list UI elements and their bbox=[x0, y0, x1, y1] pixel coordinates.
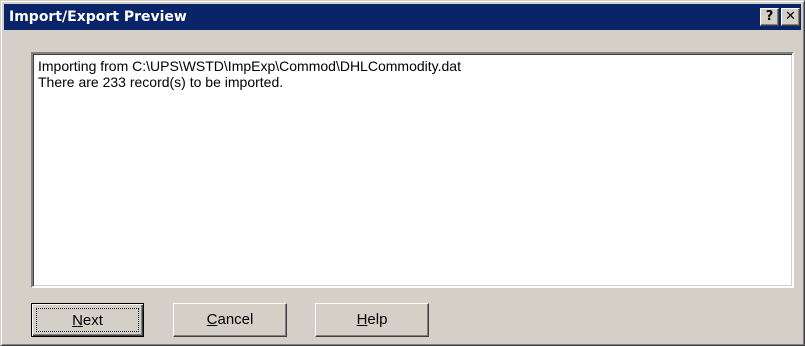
help-label: elp bbox=[367, 311, 388, 328]
title-bar[interactable]: Import/Export Preview ? ✕ bbox=[4, 4, 801, 30]
next-button[interactable]: Next bbox=[31, 303, 144, 337]
window-title: Import/Export Preview bbox=[9, 9, 187, 25]
cancel-button[interactable]: Cancel bbox=[173, 303, 287, 337]
next-label: ext bbox=[82, 312, 103, 329]
help-accel: H bbox=[356, 311, 368, 328]
cancel-accel: C bbox=[206, 311, 218, 328]
log-line-record-count: There are 233 record(s) to be imported. bbox=[38, 74, 284, 90]
focus-ring: Next bbox=[36, 308, 139, 332]
import-export-preview-dialog: Import/Export Preview ? ✕ Importing from… bbox=[0, 0, 805, 346]
next-accel: N bbox=[72, 312, 83, 329]
import-log-textarea[interactable]: Importing from C:\UPS\WSTD\ImpExp\Commod… bbox=[31, 52, 794, 288]
cancel-label: ancel bbox=[217, 311, 254, 328]
log-line-source: Importing from C:\UPS\WSTD\ImpExp\Commod… bbox=[38, 58, 461, 74]
close-icon[interactable]: ✕ bbox=[781, 8, 800, 26]
help-button[interactable]: Help bbox=[315, 303, 429, 337]
help-icon[interactable]: ? bbox=[760, 8, 779, 26]
